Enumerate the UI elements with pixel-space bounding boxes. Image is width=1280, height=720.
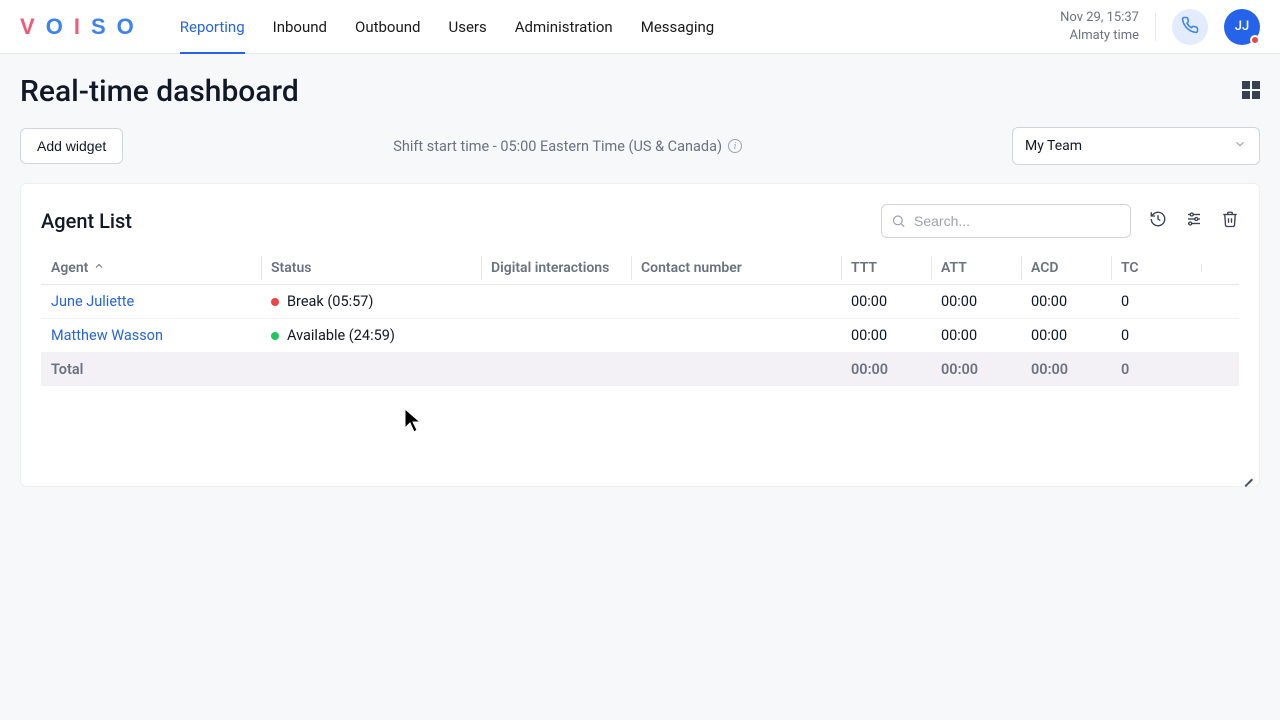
- col-agent-label: Agent: [51, 260, 88, 276]
- history-icon: [1149, 210, 1167, 232]
- cell-tc: 0: [1121, 293, 1211, 310]
- avatar-initials: JJ: [1235, 19, 1249, 34]
- col-tc[interactable]: TC: [1121, 260, 1211, 276]
- phone-icon: [1181, 16, 1199, 38]
- cell-ttt: 00:00: [851, 293, 941, 310]
- col-acd-label: ACD: [1031, 260, 1059, 276]
- agent-list-widget: Agent List: [20, 183, 1260, 487]
- sliders-icon: [1185, 210, 1203, 232]
- avatar[interactable]: JJ: [1224, 9, 1260, 45]
- col-status[interactable]: Status: [271, 260, 491, 276]
- search-box: [881, 204, 1131, 238]
- phone-button[interactable]: [1172, 9, 1208, 45]
- trash-icon: [1221, 210, 1239, 232]
- col-acd[interactable]: ACD: [1031, 260, 1121, 276]
- search-input[interactable]: [881, 204, 1131, 238]
- agent-link[interactable]: June Juliette: [51, 293, 271, 310]
- status-cell: Available (24:59): [271, 327, 491, 344]
- col-ttt-label: TTT: [851, 260, 877, 276]
- total-ttt: 00:00: [851, 361, 941, 378]
- cell-att: 00:00: [941, 327, 1031, 344]
- cell-tc: 0: [1121, 327, 1211, 344]
- status-cell: Break (05:57): [271, 293, 491, 310]
- nav-administration[interactable]: Administration: [515, 0, 613, 53]
- col-att-label: ATT: [941, 260, 967, 276]
- grid-icon: [1242, 81, 1260, 103]
- col-ttt[interactable]: TTT: [851, 260, 941, 276]
- controls-row: Add widget Shift start time - 05:00 East…: [20, 127, 1260, 165]
- status-dot-icon: [271, 332, 279, 340]
- date-line: Nov 29, 15:37: [1060, 9, 1139, 27]
- presence-dot: [1250, 35, 1260, 45]
- total-label: Total: [51, 361, 271, 378]
- page-header-row: Real-time dashboard: [20, 74, 1260, 109]
- col-digital-label: Digital interactions: [491, 260, 609, 276]
- col-digital[interactable]: Digital interactions: [491, 260, 641, 276]
- cell-ttt: 00:00: [851, 327, 941, 344]
- status-text: Break (05:57): [287, 293, 373, 310]
- logo: VOISO: [20, 14, 140, 40]
- table-header: Agent Status Digital interactions Contac…: [41, 252, 1239, 285]
- info-icon[interactable]: i: [728, 139, 742, 153]
- page-title: Real-time dashboard: [20, 74, 299, 109]
- page: Real-time dashboard Add widget Shift sta…: [0, 54, 1280, 507]
- table-row: June Juliette Break (05:57) 00:00 00:00 …: [41, 285, 1239, 319]
- shift-text-label: Shift start time - 05:00 Eastern Time (U…: [393, 138, 722, 155]
- history-button[interactable]: [1149, 210, 1167, 232]
- col-contact-label: Contact number: [641, 260, 742, 276]
- topbar-right: Nov 29, 15:37 Almaty time JJ: [1060, 9, 1260, 45]
- team-select[interactable]: My Team: [1012, 127, 1260, 165]
- team-select-value: My Team: [1025, 138, 1082, 154]
- table-total-row: Total 00:00 00:00 00:00 0: [41, 353, 1239, 386]
- cell-acd: 00:00: [1031, 327, 1121, 344]
- top-nav: VOISO Reporting Inbound Outbound Users A…: [0, 0, 1280, 54]
- col-agent[interactable]: Agent: [51, 260, 271, 276]
- nav-items: Reporting Inbound Outbound Users Adminis…: [180, 0, 1060, 53]
- resize-handle[interactable]: [1241, 468, 1253, 480]
- widget-tools: [881, 204, 1239, 238]
- nav-messaging[interactable]: Messaging: [641, 0, 714, 53]
- col-status-label: Status: [271, 260, 311, 276]
- agent-link[interactable]: Matthew Wasson: [51, 327, 271, 344]
- delete-button[interactable]: [1221, 210, 1239, 232]
- filter-button[interactable]: [1185, 210, 1203, 232]
- cell-att: 00:00: [941, 293, 1031, 310]
- total-tc: 0: [1121, 361, 1211, 378]
- chevron-down-icon: [1233, 137, 1247, 155]
- widget-header: Agent List: [21, 184, 1259, 252]
- layout-grid-button[interactable]: [1242, 81, 1260, 103]
- divider: [1155, 13, 1156, 41]
- total-att: 00:00: [941, 361, 1031, 378]
- col-att[interactable]: ATT: [941, 260, 1031, 276]
- status-text: Available (24:59): [287, 327, 395, 344]
- nav-reporting[interactable]: Reporting: [180, 0, 245, 53]
- total-acd: 00:00: [1031, 361, 1121, 378]
- status-dot-icon: [271, 298, 279, 306]
- col-contact[interactable]: Contact number: [641, 260, 851, 276]
- shift-start-text: Shift start time - 05:00 Eastern Time (U…: [393, 138, 742, 155]
- col-tc-label: TC: [1121, 260, 1139, 276]
- tz-line: Almaty time: [1060, 27, 1139, 45]
- datetime: Nov 29, 15:37 Almaty time: [1060, 9, 1139, 44]
- cell-acd: 00:00: [1031, 293, 1121, 310]
- agent-table: Agent Status Digital interactions Contac…: [41, 252, 1239, 386]
- nav-users[interactable]: Users: [449, 0, 487, 53]
- nav-outbound[interactable]: Outbound: [355, 0, 421, 53]
- nav-inbound[interactable]: Inbound: [273, 0, 327, 53]
- add-widget-button[interactable]: Add widget: [20, 128, 123, 164]
- widget-title: Agent List: [41, 209, 132, 233]
- table-row: Matthew Wasson Available (24:59) 00:00 0…: [41, 319, 1239, 353]
- sort-asc-icon: [93, 260, 105, 276]
